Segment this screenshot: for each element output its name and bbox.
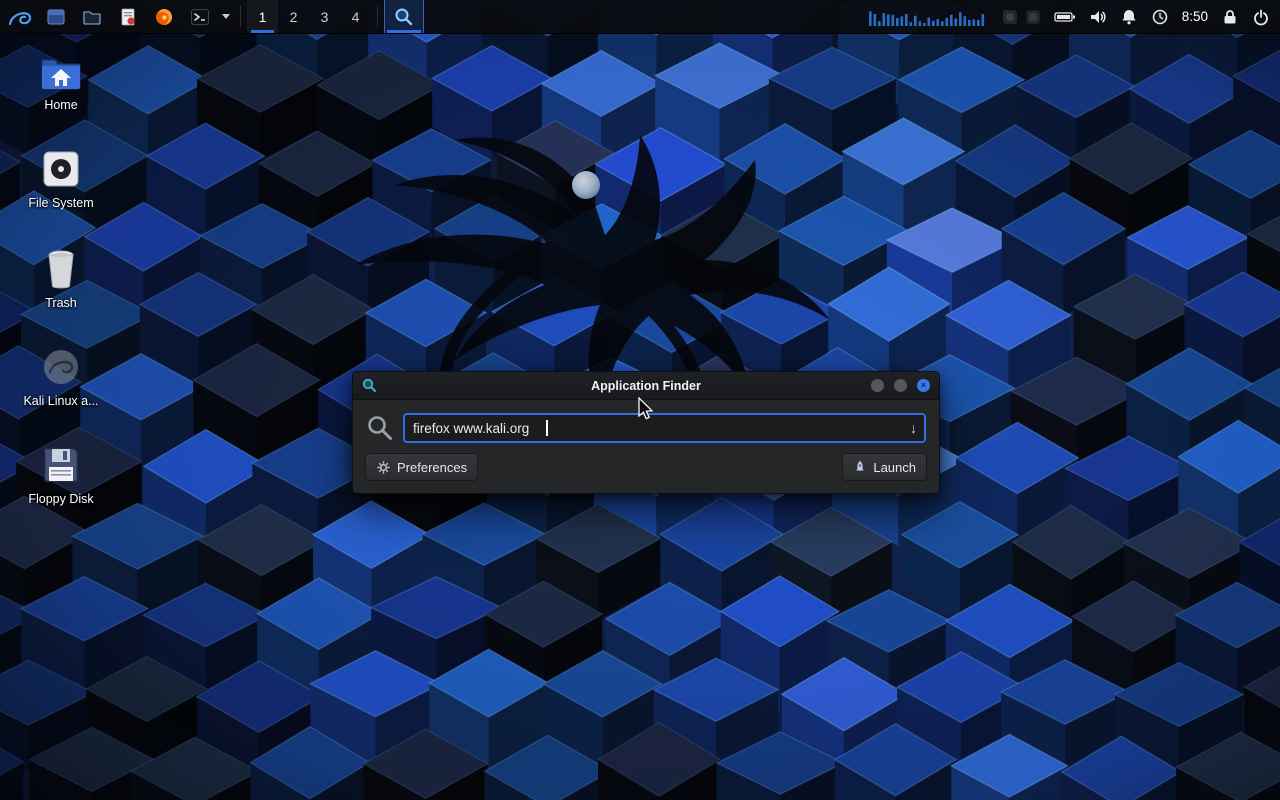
window-icon — [46, 7, 66, 27]
audio-visualizer-widget — [869, 6, 989, 28]
gear-icon — [376, 460, 391, 475]
taskbar-window-button[interactable] — [38, 0, 74, 33]
maximize-button[interactable] — [894, 379, 907, 392]
tray-icon[interactable] — [1002, 9, 1018, 25]
desktop: { "panel": { "workspaces": { "items": ["… — [0, 0, 1280, 800]
volume-icon[interactable] — [1089, 8, 1107, 26]
launch-button[interactable]: Launch — [842, 453, 927, 481]
close-button[interactable]: × — [917, 379, 930, 392]
lock-screen-icon[interactable] — [1221, 8, 1239, 26]
chevron-down-icon — [221, 13, 231, 20]
update-status-icon[interactable] — [1151, 8, 1169, 26]
workspace-label: 4 — [352, 9, 360, 25]
taskbar-application-finder-button[interactable] — [384, 0, 424, 33]
panel-separator — [377, 6, 378, 27]
trash-icon — [41, 246, 81, 290]
desktop-icon-trash[interactable]: Trash — [10, 246, 112, 310]
search-icon — [366, 414, 394, 442]
system-tray — [1002, 9, 1041, 25]
workspace-button-1[interactable]: 1 — [247, 0, 278, 33]
taskbar-file-manager-button[interactable] — [74, 0, 110, 33]
desktop-icon-file-system[interactable]: File System — [10, 148, 112, 210]
desktop-icon-column: Home File System Trash Kali Linux a... — [10, 52, 112, 506]
floppy-disk-icon — [40, 444, 82, 486]
search-row: ↓ — [366, 413, 926, 443]
history-dropdown-icon[interactable]: ↓ — [910, 420, 917, 436]
tray-icon[interactable] — [1025, 9, 1041, 25]
window-body: ↓ Preferences Launch — [353, 400, 939, 493]
desktop-icon-label: Home — [44, 98, 77, 112]
kali-linux-icon — [40, 346, 82, 388]
desktop-icon-label: Kali Linux a... — [23, 394, 98, 408]
desktop-icon-label: Floppy Disk — [28, 492, 93, 506]
preferences-label: Preferences — [397, 460, 467, 475]
panel-separator — [240, 6, 241, 27]
taskbar-text-editor-button[interactable] — [110, 0, 146, 33]
launch-icon — [853, 460, 867, 474]
terminal-icon — [190, 7, 210, 27]
taskbar-group-chevron[interactable] — [218, 0, 234, 33]
taskbar-terminal-button[interactable] — [182, 0, 218, 33]
panel-clock[interactable]: 8:50 — [1182, 9, 1208, 24]
desktop-icon-home[interactable]: Home — [10, 52, 112, 112]
text-editor-icon — [118, 7, 138, 27]
battery-icon[interactable] — [1054, 10, 1076, 24]
panel-left: 1 2 3 4 — [0, 0, 424, 33]
preferences-button[interactable]: Preferences — [365, 453, 478, 481]
workspace-button-4[interactable]: 4 — [340, 0, 371, 33]
panel-right: 8:50 — [869, 0, 1280, 33]
workspace-label: 3 — [321, 9, 329, 25]
window-controls: × — [871, 379, 930, 392]
home-folder-icon — [39, 52, 83, 92]
file-system-drive-icon — [40, 148, 82, 190]
firefox-icon — [154, 7, 174, 27]
kali-logo-icon — [6, 4, 32, 30]
taskbar-firefox-button[interactable] — [146, 0, 182, 33]
search-input[interactable] — [403, 413, 926, 443]
desktop-icon-label: Trash — [45, 296, 77, 310]
desktop-icon-label: File System — [28, 196, 93, 210]
window-title: Application Finder — [353, 379, 939, 393]
file-manager-icon — [82, 7, 102, 27]
top-panel: 1 2 3 4 — [0, 0, 1280, 34]
desktop-icon-floppy-disk[interactable]: Floppy Disk — [10, 444, 112, 506]
workspace-label: 1 — [259, 9, 267, 25]
minimize-button[interactable] — [871, 379, 884, 392]
notification-bell-icon[interactable] — [1120, 8, 1138, 26]
workspace-label: 2 — [290, 9, 298, 25]
titlebar[interactable]: Application Finder × — [353, 372, 939, 400]
magnifier-icon — [394, 7, 414, 27]
desktop-icon-kali-linux[interactable]: Kali Linux a... — [10, 346, 112, 408]
workspace-button-3[interactable]: 3 — [309, 0, 340, 33]
application-finder-window: Application Finder × ↓ — [352, 371, 940, 494]
close-icon: × — [921, 381, 926, 390]
applications-menu-button[interactable] — [0, 0, 38, 33]
button-row: Preferences Launch — [363, 453, 929, 481]
search-entry: ↓ — [403, 413, 926, 443]
launch-label: Launch — [873, 460, 916, 475]
logout-power-icon[interactable] — [1252, 8, 1270, 26]
window-magnifier-icon — [362, 378, 377, 393]
workspace-button-2[interactable]: 2 — [278, 0, 309, 33]
